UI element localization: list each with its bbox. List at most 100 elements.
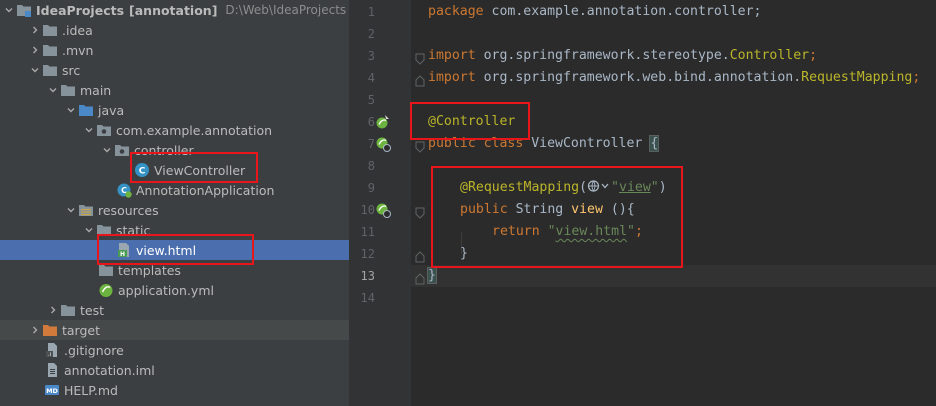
fold-marker-icon[interactable]	[415, 204, 425, 219]
tree-item-gitignore[interactable]: .i .gitignore	[0, 340, 349, 360]
tree-item-templates[interactable]: templates	[0, 260, 349, 280]
code-token: @Controller	[428, 114, 516, 129]
code-line-7[interactable]: public class ViewController {	[428, 133, 660, 155]
code-line-1[interactable]: package com.example.annotation.controlle…	[428, 1, 761, 23]
code-token: package	[428, 4, 484, 19]
spring-config-file-icon	[98, 282, 114, 298]
markdown-file-icon: MD	[44, 382, 60, 398]
tree-item-controller[interactable]: controller	[0, 140, 349, 160]
code-token: import	[428, 70, 476, 85]
code-line-11[interactable]: return "view.html";	[492, 221, 643, 243]
line-number: 8	[367, 159, 375, 173]
code-token: public class	[428, 136, 524, 151]
html-file-icon: H	[116, 242, 132, 258]
spring-bean-web-icon[interactable]	[375, 136, 391, 152]
code-token: )	[658, 180, 667, 195]
tree-item-application-yml[interactable]: application.yml	[0, 280, 349, 300]
chevron-right-icon[interactable]	[28, 40, 42, 60]
tree-item-label: com.example.annotation	[116, 122, 273, 138]
code-token: com.example.annotation.controller;	[483, 4, 762, 19]
code-token: view	[619, 180, 651, 195]
line-number: 5	[367, 93, 375, 107]
spring-bean-icon[interactable]	[375, 114, 391, 130]
spring-boot-class-icon: C	[116, 182, 132, 198]
folder-icon	[42, 22, 58, 38]
code-token: ;	[912, 70, 921, 85]
chevron-right-icon[interactable]	[46, 300, 60, 320]
project-tree[interactable]: IdeaProjects [annotation] D:\Web\IdeaPro…	[0, 0, 349, 406]
folder-icon	[96, 222, 112, 238]
line-number: 10	[360, 203, 375, 217]
tree-item-mvn[interactable]: .mvn	[0, 40, 349, 60]
chevron-down-icon[interactable]	[82, 220, 96, 240]
chevron-right-icon[interactable]	[28, 20, 42, 40]
tree-item-annotation-application[interactable]: C AnnotationApplication	[0, 180, 349, 200]
code-token: RequestMapping	[801, 70, 913, 85]
chevron-down-icon[interactable]	[64, 200, 78, 220]
fold-marker-icon[interactable]	[415, 72, 425, 87]
chevron-down-icon[interactable]	[2, 0, 16, 20]
tree-item-label: templates	[118, 262, 181, 278]
fold-marker-icon[interactable]	[415, 138, 425, 153]
tree-item-main[interactable]: main	[0, 80, 349, 100]
tree-item-static[interactable]: static	[0, 220, 349, 240]
tree-item-package[interactable]: com.example.annotation	[0, 120, 349, 140]
tree-item-idea[interactable]: .idea	[0, 20, 349, 40]
folder-icon	[42, 62, 58, 78]
tree-item-label: HELP.md	[64, 382, 118, 398]
tree-item-label: target	[62, 322, 101, 338]
code-line-13[interactable]: }	[427, 265, 437, 287]
chevron-right-icon[interactable]	[28, 320, 42, 340]
code-token: public	[460, 202, 508, 217]
line-number: 13	[360, 269, 375, 283]
tree-item-label: application.yml	[118, 282, 214, 298]
code-line-6[interactable]: @Controller	[428, 111, 515, 133]
request-mapping-icon[interactable]	[375, 202, 391, 218]
tree-item-label: src	[62, 62, 81, 78]
editor-gutter[interactable]: 1 2 3 4 5 6 7 8 9 10 11 12 13 14	[349, 0, 411, 406]
tree-item-label: java	[98, 102, 125, 118]
tree-item-resources[interactable]: resources	[0, 200, 349, 220]
tree-root-path: D:\Web\IdeaProjects	[225, 3, 347, 17]
tree-item-java[interactable]: java	[0, 100, 349, 120]
tree-item-src[interactable]: src	[0, 60, 349, 80]
chevron-down-icon[interactable]	[64, 100, 78, 120]
line-number: 12	[360, 247, 375, 261]
code-editor[interactable]: 1 2 3 4 5 6 7 8 9 10 11 12 13 14 package…	[349, 0, 936, 406]
tree-item-label: test	[80, 302, 105, 318]
folder-icon	[60, 82, 76, 98]
code-line-3[interactable]: import org.springframework.stereotype.Co…	[428, 45, 817, 67]
tree-item-help-md[interactable]: MD HELP.md	[0, 380, 349, 400]
url-inlay-icon[interactable]	[587, 178, 611, 194]
tree-item-label: main	[80, 82, 112, 98]
chevron-down-icon[interactable]	[100, 140, 114, 160]
fold-marker-icon[interactable]	[415, 270, 425, 285]
chevron-down-icon[interactable]	[28, 60, 42, 80]
line-number: 2	[367, 27, 375, 41]
code-line-12[interactable]: }	[460, 243, 468, 265]
tree-root-module: [annotation]	[129, 2, 218, 18]
tree-item-label: .gitignore	[64, 342, 124, 358]
tree-item-annotation-iml[interactable]: annotation.iml	[0, 360, 349, 380]
chevron-down-icon[interactable]	[82, 120, 96, 140]
code-token: ;	[634, 224, 643, 239]
code-line-4[interactable]: import org.springframework.web.bind.anno…	[428, 67, 920, 89]
fold-marker-icon[interactable]	[415, 50, 425, 65]
line-number: 7	[367, 137, 375, 151]
tree-item-test[interactable]: test	[0, 300, 349, 320]
matched-brace: }	[427, 267, 437, 284]
code-token: org.springframework.web.bind.annotation.	[475, 70, 802, 85]
tree-item-idea-projects[interactable]: IdeaProjects [annotation] D:\Web\IdeaPro…	[0, 0, 349, 20]
fold-marker-icon[interactable]	[415, 248, 425, 263]
svg-text:H: H	[120, 251, 125, 258]
folder-icon	[98, 262, 114, 278]
tree-item-view-html[interactable]: H view.html	[0, 240, 349, 260]
tree-item-label: annotation.iml	[64, 362, 155, 378]
code-line-9[interactable]: @RequestMapping("view")	[460, 177, 667, 199]
code-line-10[interactable]: public String view (){	[460, 199, 635, 221]
code-token: org.springframework.stereotype.	[475, 48, 730, 63]
tree-item-view-controller[interactable]: C ViewController	[0, 160, 349, 180]
chevron-down-icon[interactable]	[46, 80, 60, 100]
tree-item-target[interactable]: target	[0, 320, 349, 340]
line-number: 11	[360, 225, 375, 239]
